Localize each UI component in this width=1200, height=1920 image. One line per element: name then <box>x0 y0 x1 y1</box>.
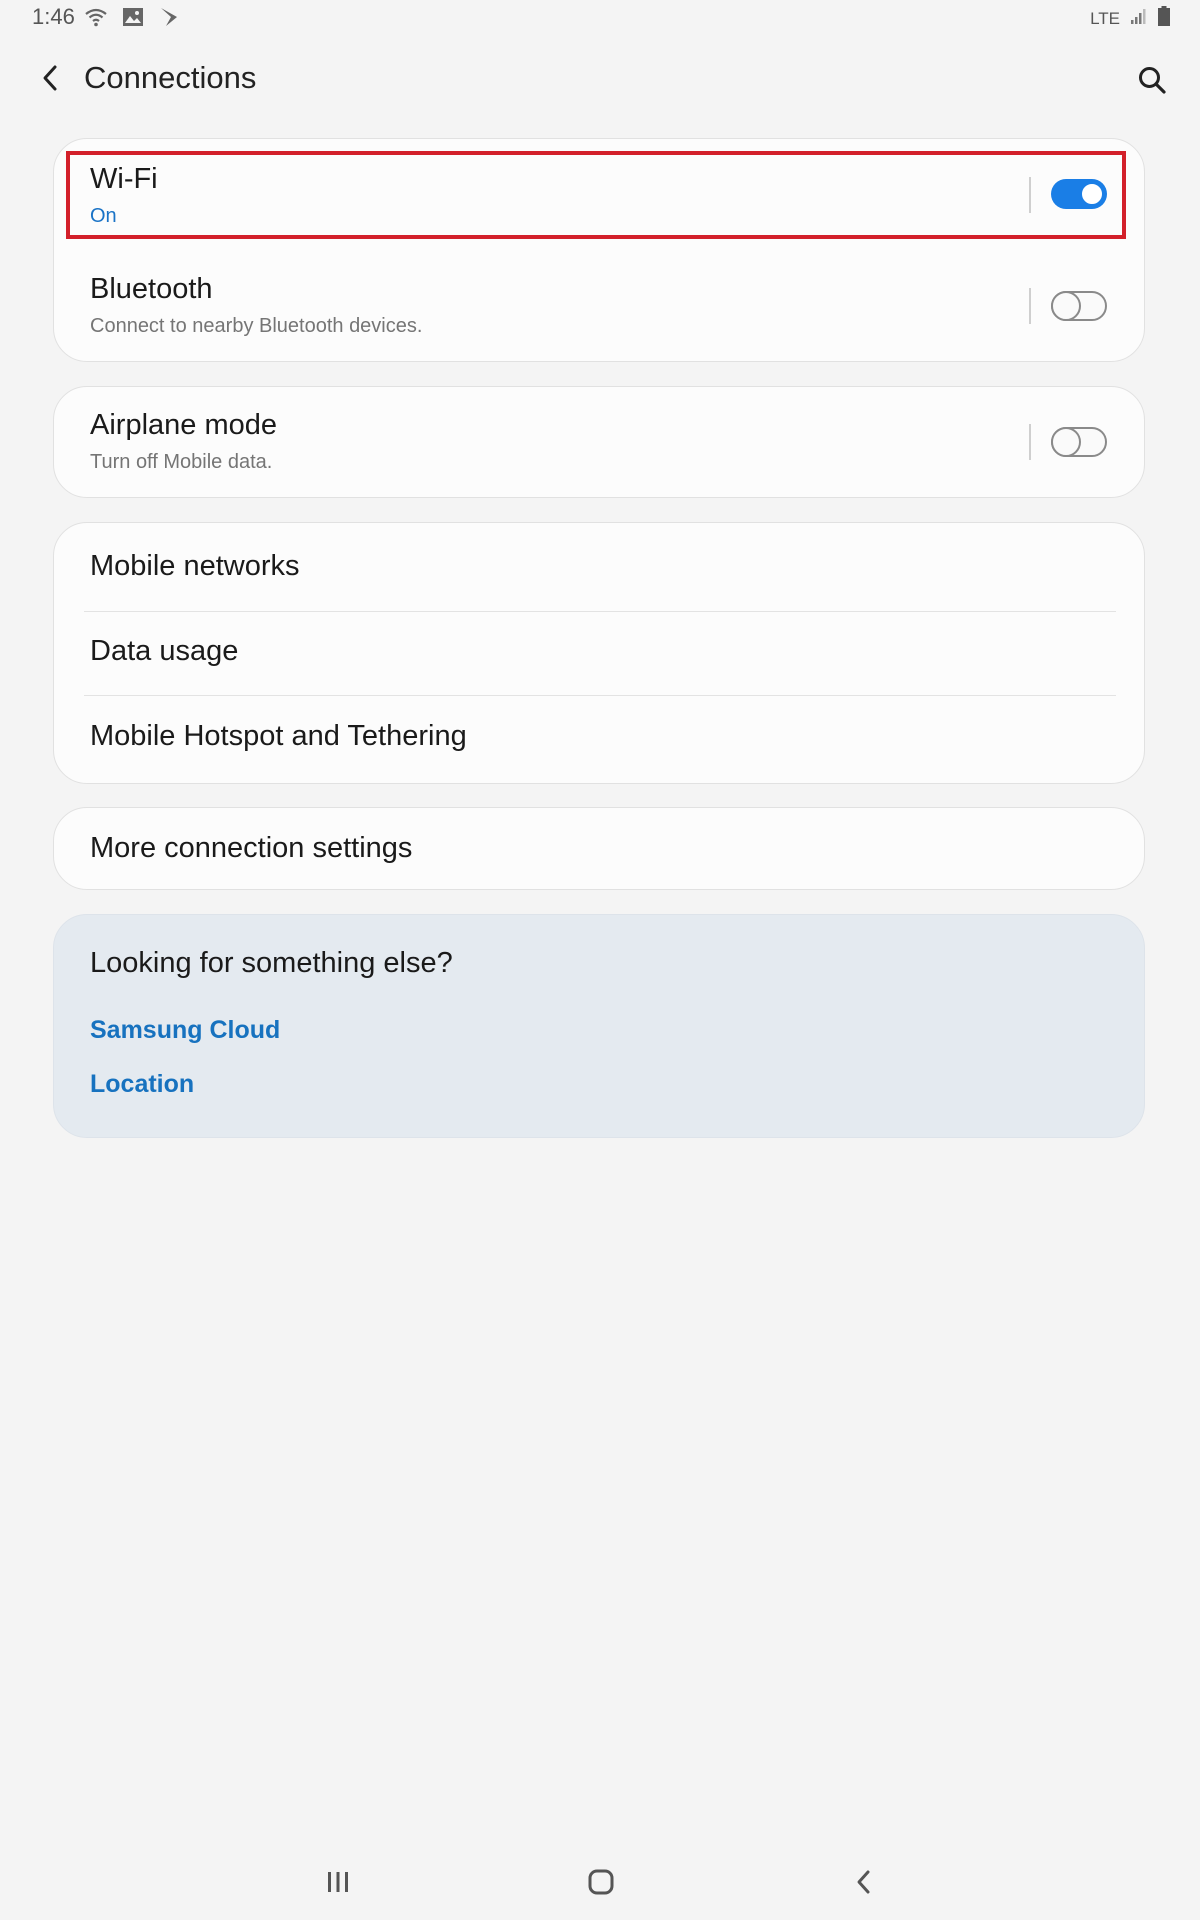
bluetooth-row[interactable]: Bluetooth Connect to nearby Bluetooth de… <box>54 251 1144 361</box>
suggestions-card: Looking for something else? Samsung Clou… <box>53 914 1145 1138</box>
more-connection-settings-item[interactable]: More connection settings <box>54 808 1144 889</box>
airplane-mode-subtitle: Turn off Mobile data. <box>90 451 273 473</box>
status-bar: 1:46 LTE <box>0 0 1200 40</box>
bluetooth-subtitle: Connect to nearby Bluetooth devices. <box>90 315 423 337</box>
signal-icon <box>1130 7 1148 30</box>
sprint-icon <box>158 6 180 33</box>
search-icon <box>1137 65 1167 100</box>
airplane-card: Airplane mode Turn off Mobile data. <box>53 386 1145 498</box>
recents-icon <box>325 1870 351 1899</box>
navigation-bar <box>0 1852 1200 1920</box>
status-icons-left <box>84 6 180 33</box>
bluetooth-toggle[interactable] <box>1051 291 1107 321</box>
app-bar: Connections <box>0 44 1200 116</box>
airplane-mode-title: Airplane mode <box>90 409 277 441</box>
mobile-networks-label: Mobile networks <box>90 550 300 582</box>
recents-button[interactable] <box>308 1862 368 1906</box>
samsung-cloud-link[interactable]: Samsung Cloud <box>90 1016 280 1045</box>
gallery-icon <box>122 7 144 32</box>
search-button[interactable] <box>1130 60 1174 104</box>
toggle-knob <box>1051 427 1081 457</box>
network-type: LTE <box>1090 8 1120 28</box>
back-icon <box>854 1868 874 1901</box>
mobile-networks-item[interactable]: Mobile networks <box>54 523 1144 609</box>
status-icons-right: LTE <box>1090 6 1170 31</box>
nav-back-button[interactable] <box>834 1862 894 1906</box>
airplane-mode-row[interactable]: Airplane mode Turn off Mobile data. <box>54 387 1144 497</box>
toggle-knob <box>1051 291 1081 321</box>
wireless-card: Wi-Fi On Bluetooth Connect to nearby Blu… <box>53 138 1145 362</box>
more-connection-settings-label: More connection settings <box>90 832 413 864</box>
battery-icon <box>1158 6 1170 31</box>
row-divider <box>1029 424 1031 460</box>
hotspot-tethering-label: Mobile Hotspot and Tethering <box>90 720 467 752</box>
status-time: 1:46 <box>32 4 75 29</box>
home-button[interactable] <box>571 1862 631 1906</box>
more-settings-card: More connection settings <box>53 807 1145 890</box>
page-title: Connections <box>84 60 257 95</box>
hotspot-tethering-item[interactable]: Mobile Hotspot and Tethering <box>54 696 1144 782</box>
row-divider <box>1029 288 1031 324</box>
data-usage-label: Data usage <box>90 635 239 667</box>
home-icon <box>587 1868 615 1901</box>
network-card: Mobile networks Data usage Mobile Hotspo… <box>53 522 1145 784</box>
bluetooth-title: Bluetooth <box>90 273 213 305</box>
back-button[interactable] <box>30 60 70 100</box>
wifi-row[interactable]: Wi-Fi On <box>54 139 1144 251</box>
back-arrow-icon <box>40 64 60 97</box>
suggestions-heading: Looking for something else? <box>90 947 453 979</box>
airplane-mode-toggle[interactable] <box>1051 427 1107 457</box>
wifi-icon <box>84 6 108 33</box>
data-usage-item[interactable]: Data usage <box>54 612 1144 698</box>
highlight-box <box>66 151 1126 239</box>
location-link[interactable]: Location <box>90 1070 194 1099</box>
